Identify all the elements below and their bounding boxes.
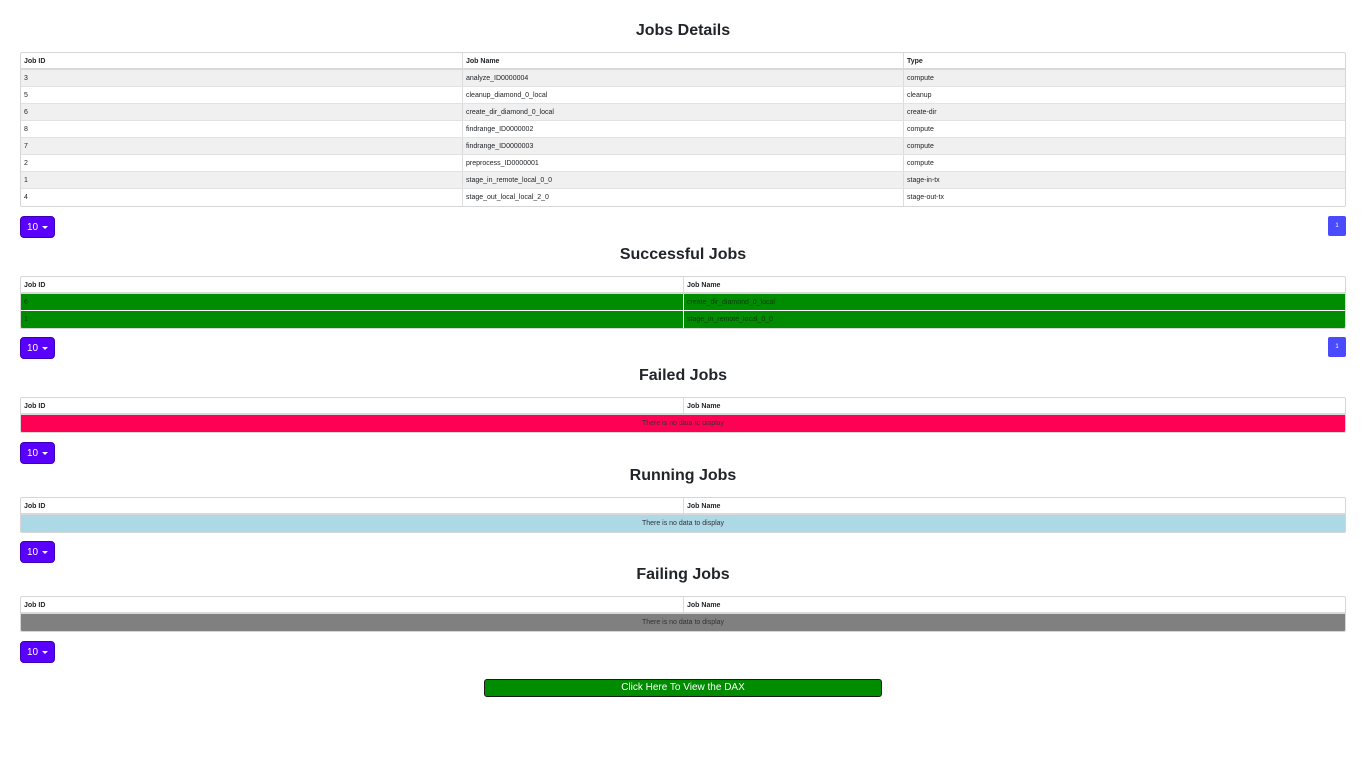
column-header-job-name[interactable]: Job Name <box>684 498 1345 513</box>
page-size-dropdown[interactable]: 10 <box>20 641 55 663</box>
caret-down-icon <box>42 225 49 229</box>
cell-job-id: 4 <box>21 189 463 206</box>
column-header-job-name[interactable]: Job Name <box>463 53 904 68</box>
table-row[interactable]: 6 create_dir_diamond_0_local <box>21 294 1345 311</box>
successful-jobs-table: Job ID Job Name 6 create_dir_diamond_0_lo… <box>20 276 1346 329</box>
empty-message: There is no data to display <box>641 520 725 527</box>
column-header-job-id[interactable]: Job ID <box>21 398 684 413</box>
cell-job-name: analyze_ID0000004 <box>463 70 904 86</box>
cell-job-name: create_dir_diamond_0_local <box>687 299 775 306</box>
running-jobs-title: Running Jobs <box>629 467 737 484</box>
table-row[interactable]: 5 cleanup_diamond_0_local cleanup <box>21 87 1345 104</box>
table-header: Job ID Job Name <box>21 398 1345 415</box>
failing-jobs-title: Failing Jobs <box>636 566 730 583</box>
table-row[interactable]: 6 create_dir_diamond_0_local create-dir <box>21 104 1345 121</box>
page-size-dropdown[interactable]: 10 <box>20 541 55 563</box>
cell-job-id: 7 <box>21 138 463 154</box>
table-row[interactable]: 3 analyze_ID0000004 compute <box>21 70 1345 87</box>
cell-type: stage-out-tx <box>907 194 944 201</box>
page-size-dropdown[interactable]: 10 <box>20 442 55 464</box>
running-jobs-table: Job ID Job Name There is no data to disp… <box>20 497 1346 533</box>
table-header: Job ID Job Name <box>21 277 1345 294</box>
cell-type: cleanup <box>907 92 932 99</box>
caret-down-icon <box>42 346 49 350</box>
table-header: Job ID Job Name <box>21 597 1345 614</box>
view-dax-button[interactable]: Click Here To View the DAX <box>484 679 882 697</box>
cell-job-id: 1 <box>21 172 463 188</box>
page-size-value: 10 <box>26 342 39 354</box>
cell-type: compute <box>907 143 934 150</box>
page-size-value: 10 <box>26 546 39 558</box>
jobs-details-title: Jobs Details <box>635 22 731 39</box>
empty-message: There is no data to display <box>641 619 725 626</box>
pagination-page-button[interactable]: 1 <box>1328 337 1346 357</box>
cell-job-id: 3 <box>21 70 463 86</box>
column-header-job-id[interactable]: Job ID <box>21 597 684 612</box>
page-size-dropdown[interactable]: 10 <box>20 216 55 238</box>
jobs-details-table: Job ID Job Name Type 3 analyze_ID0000004 c… <box>20 52 1346 207</box>
page-size-dropdown[interactable]: 10 <box>20 337 55 359</box>
column-header-job-id[interactable]: Job ID <box>21 53 463 68</box>
cell-type: stage-in-tx <box>907 177 940 184</box>
empty-row: There is no data to display <box>21 614 1345 631</box>
cell-job-name: preprocess_ID0000001 <box>463 155 904 171</box>
page-size-value: 10 <box>26 447 39 459</box>
cell-job-name: stage_out_local_local_2_0 <box>463 189 904 206</box>
caret-down-icon <box>42 650 49 654</box>
table-row[interactable]: 1 stage_in_remote_local_0_0 <box>21 311 1345 328</box>
caret-down-icon <box>42 550 49 554</box>
cell-job-name: cleanup_diamond_0_local <box>463 87 904 103</box>
empty-row: There is no data to display <box>21 515 1345 532</box>
failed-jobs-table: Job ID Job Name There is no data to disp… <box>20 397 1346 433</box>
page-size-value: 10 <box>26 221 39 233</box>
failing-jobs-table: Job ID Job Name There is no data to disp… <box>20 596 1346 632</box>
cell-job-id: 6 <box>21 104 463 120</box>
cell-job-name: stage_in_remote_local_0_0 <box>687 316 774 323</box>
table-row[interactable]: 2 preprocess_ID0000001 compute <box>21 155 1345 172</box>
table-row[interactable]: 7 findrange_ID0000003 compute <box>21 138 1345 155</box>
cell-job-name: create_dir_diamond_0_local <box>463 104 904 120</box>
column-header-job-id[interactable]: Job ID <box>21 277 684 292</box>
table-row[interactable]: 4 stage_out_local_local_2_0 stage-out-tx <box>21 189 1345 206</box>
cell-type: create-dir <box>907 109 937 116</box>
successful-jobs-title: Successful Jobs <box>619 246 747 263</box>
cell-type: compute <box>907 75 934 82</box>
empty-message: There is no data to display <box>641 420 725 427</box>
cell-job-name: stage_in_remote_local_0_0 <box>463 172 904 188</box>
caret-down-icon <box>42 451 49 455</box>
cell-job-id: 2 <box>21 155 463 171</box>
cell-job-id: 1 <box>21 311 684 328</box>
column-header-job-name[interactable]: Job Name <box>684 597 1345 612</box>
empty-row: There is no data to display <box>21 415 1345 432</box>
failed-jobs-title: Failed Jobs <box>638 367 728 384</box>
column-header-job-name[interactable]: Job Name <box>684 398 1345 413</box>
cell-job-id: 5 <box>21 87 463 103</box>
table-header: Job ID Job Name <box>21 498 1345 515</box>
cell-job-id: 8 <box>21 121 463 137</box>
cell-job-id: 6 <box>21 294 684 310</box>
cell-type: compute <box>907 160 934 167</box>
table-row[interactable]: 8 findrange_ID0000002 compute <box>21 121 1345 138</box>
column-header-job-id[interactable]: Job ID <box>21 498 684 513</box>
table-header: Job ID Job Name Type <box>21 53 1345 70</box>
column-header-job-name[interactable]: Job Name <box>684 277 1345 292</box>
cell-type: compute <box>907 126 934 133</box>
pagination-page-button[interactable]: 1 <box>1328 216 1346 236</box>
table-row[interactable]: 1 stage_in_remote_local_0_0 stage-in-tx <box>21 172 1345 189</box>
page-size-value: 10 <box>26 646 39 658</box>
cell-job-name: findrange_ID0000002 <box>463 121 904 137</box>
cell-job-name: findrange_ID0000003 <box>463 138 904 154</box>
column-header-type[interactable]: Type <box>904 53 1345 68</box>
